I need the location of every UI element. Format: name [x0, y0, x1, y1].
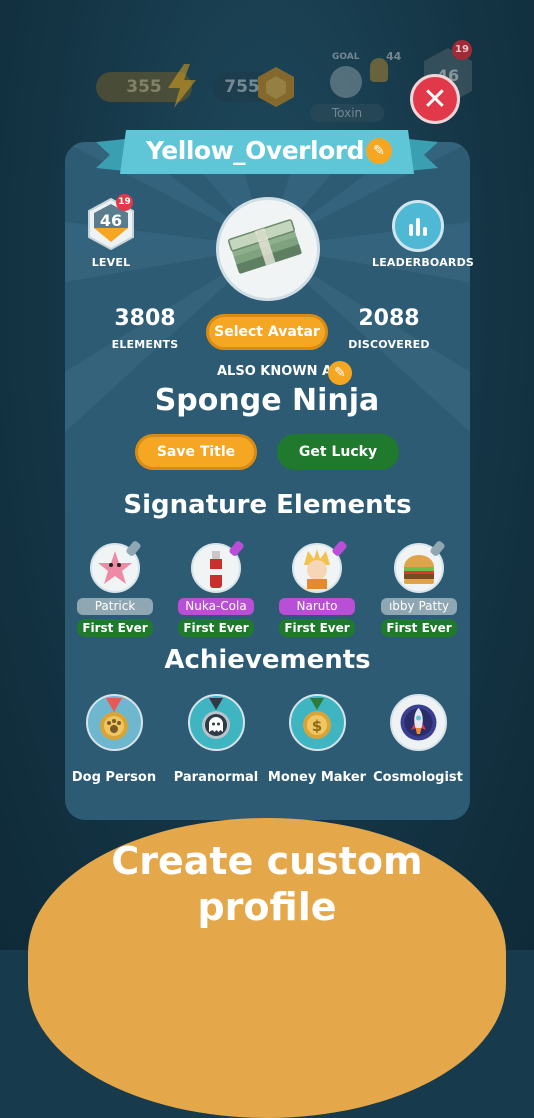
- signature-heading: Signature Elements: [123, 490, 412, 520]
- level-label: LEVEL: [91, 256, 131, 269]
- discovered-count: 2088: [358, 306, 420, 331]
- lightning-icon: [164, 64, 200, 108]
- goal-label: GOAL: [332, 52, 360, 62]
- pencil-icon: ✎: [373, 143, 385, 159]
- elements-label: ELEMENTS: [111, 338, 179, 351]
- achievement-name: Cosmologist: [373, 770, 463, 785]
- pencil-icon: ✎: [334, 365, 346, 381]
- discovered-label: DISCOVERED: [348, 338, 430, 351]
- achievement-name: Dog Person: [71, 770, 157, 785]
- close-button[interactable]: ✕: [410, 74, 460, 124]
- rocket-medal-icon: [390, 694, 447, 751]
- get-lucky-button[interactable]: Get Lucky: [277, 434, 399, 470]
- aka-label: ALSO KNOWN AS: [217, 364, 342, 379]
- bulb-icon: [370, 58, 388, 82]
- promo-text: Create custom profile: [0, 838, 534, 930]
- svg-text:$: $: [312, 717, 322, 735]
- achievement-name: Money Maker: [267, 770, 367, 785]
- leaderboards-button[interactable]: [392, 200, 444, 252]
- level-notify-badge: 19: [116, 194, 133, 211]
- elements-count: 3808: [114, 306, 176, 331]
- gems-value: 755: [224, 77, 260, 97]
- select-avatar-label: Select Avatar: [214, 324, 320, 340]
- dollar-medal-icon: $: [289, 694, 346, 751]
- goal-count: 44: [386, 50, 402, 63]
- signature-name: Nuka-Cola: [178, 598, 254, 615]
- close-icon: ✕: [422, 81, 448, 117]
- first-ever-badge: First Ever: [381, 619, 457, 637]
- get-lucky-label: Get Lucky: [298, 444, 378, 460]
- avatar[interactable]: [216, 197, 320, 301]
- coins-value: 355: [126, 77, 162, 97]
- first-ever-badge: First Ever: [279, 619, 355, 637]
- money-stack-icon: [227, 219, 302, 274]
- first-ever-badge: First Ever: [178, 619, 254, 637]
- edit-title-button[interactable]: ✎: [328, 361, 352, 385]
- goal-name: Toxin: [331, 106, 363, 120]
- skull-icon: [330, 66, 362, 98]
- paw-medal-icon: [86, 694, 143, 751]
- ghost-medal-icon: [188, 694, 245, 751]
- hex-gem-icon: [256, 66, 296, 108]
- first-ever-badge: First Ever: [77, 619, 153, 637]
- player-title: Sponge Ninja: [154, 383, 380, 418]
- level-value: 46: [99, 211, 123, 230]
- signature-name: Patrick: [77, 598, 153, 615]
- goal-name-pill: Toxin: [310, 104, 384, 122]
- achievements-heading: Achievements: [164, 645, 371, 675]
- username: Yellow_Overlord: [146, 136, 364, 165]
- signature-name: ıbby Patty: [381, 598, 457, 615]
- promo-line-1: Create custom: [111, 839, 423, 883]
- achievement-name: Paranormal: [173, 770, 259, 785]
- signature-name: Naruto: [279, 598, 355, 615]
- hud-level-notify: 19: [452, 40, 472, 60]
- edit-name-button[interactable]: ✎: [366, 138, 392, 164]
- bar-chart-icon: [409, 218, 427, 236]
- leaderboards-label: LEADERBOARDS: [372, 256, 475, 269]
- promo-line-2: profile: [197, 885, 337, 929]
- save-title-button[interactable]: Save Title: [135, 434, 257, 470]
- save-title-label: Save Title: [156, 444, 236, 460]
- select-avatar-button[interactable]: Select Avatar: [206, 314, 328, 350]
